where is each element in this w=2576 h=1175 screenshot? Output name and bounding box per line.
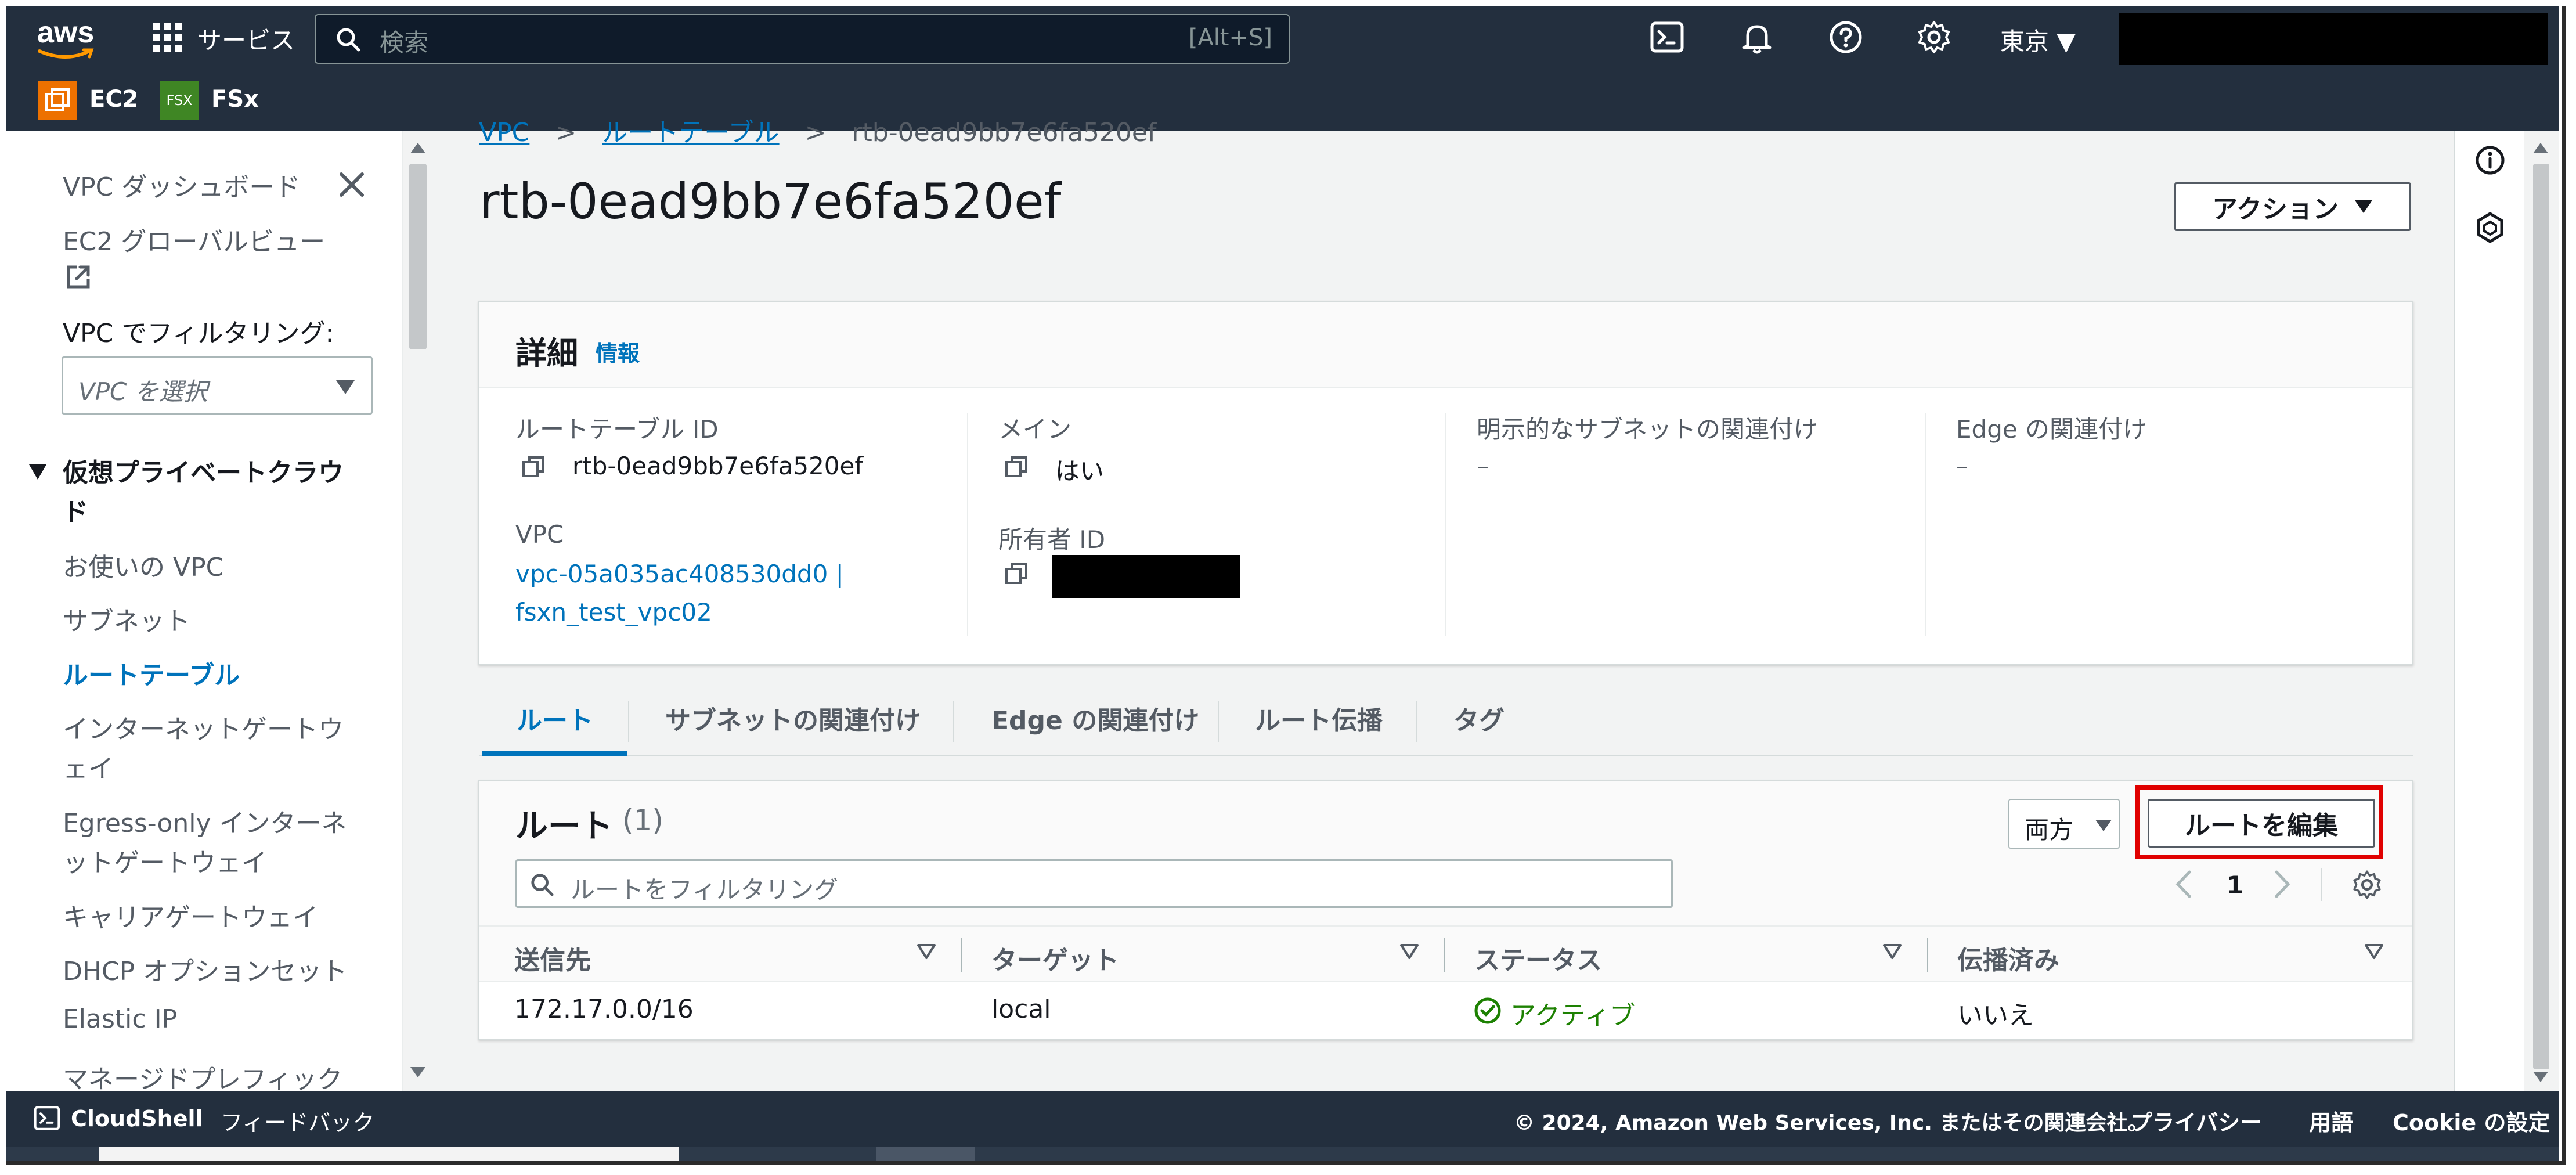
window-frame <box>6 6 2566 1165</box>
